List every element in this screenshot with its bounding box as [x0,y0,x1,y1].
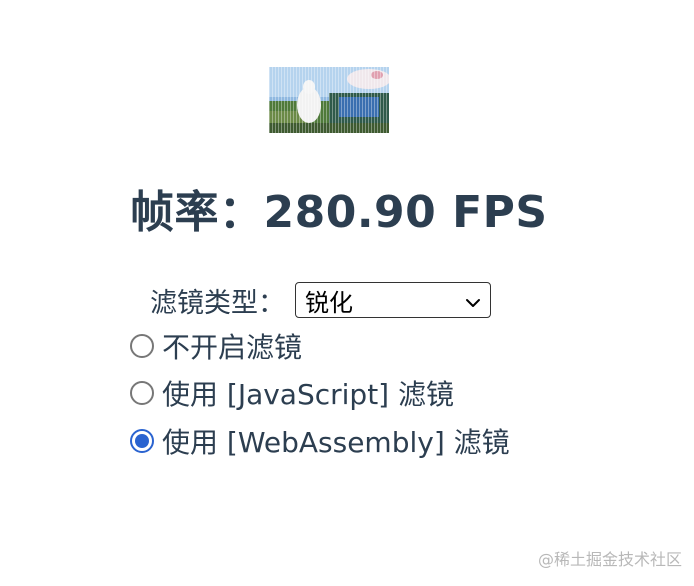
option-webassembly-filter-label: 使用 [WebAssembly] 滤镜 [162,426,510,459]
page: 帧率：280.90 FPS 滤镜类型： 锐化 不开启滤镜 使用 [JavaScr… [0,0,694,586]
option-no-filter-label: 不开启滤镜 [162,331,303,364]
option-webassembly-filter[interactable]: 使用 [WebAssembly] 滤镜 [130,421,510,461]
filter-type-select[interactable]: 锐化 [295,282,491,318]
fps-label: 帧率： [130,187,264,238]
filter-type-label: 滤镜类型： [150,287,285,319]
option-javascript-filter-label: 使用 [JavaScript] 滤镜 [162,378,455,411]
filter-type-selected-value: 锐化 [305,288,353,317]
fps-display: 帧率：280.90 FPS [130,176,548,240]
preview-image [269,67,389,133]
chevron-down-icon [464,290,482,318]
filtered-video-preview [269,67,389,133]
option-no-filter[interactable]: 不开启滤镜 [130,326,302,366]
watermark: @稀土掘金技术社区 [537,550,682,569]
fps-value: 280.90 FPS [263,187,548,238]
radio-webassembly-filter[interactable] [130,429,154,453]
radio-javascript-filter[interactable] [130,381,154,405]
radio-no-filter[interactable] [130,334,154,358]
filter-type-row: 滤镜类型： 锐化 [150,280,491,320]
option-javascript-filter[interactable]: 使用 [JavaScript] 滤镜 [130,373,454,413]
